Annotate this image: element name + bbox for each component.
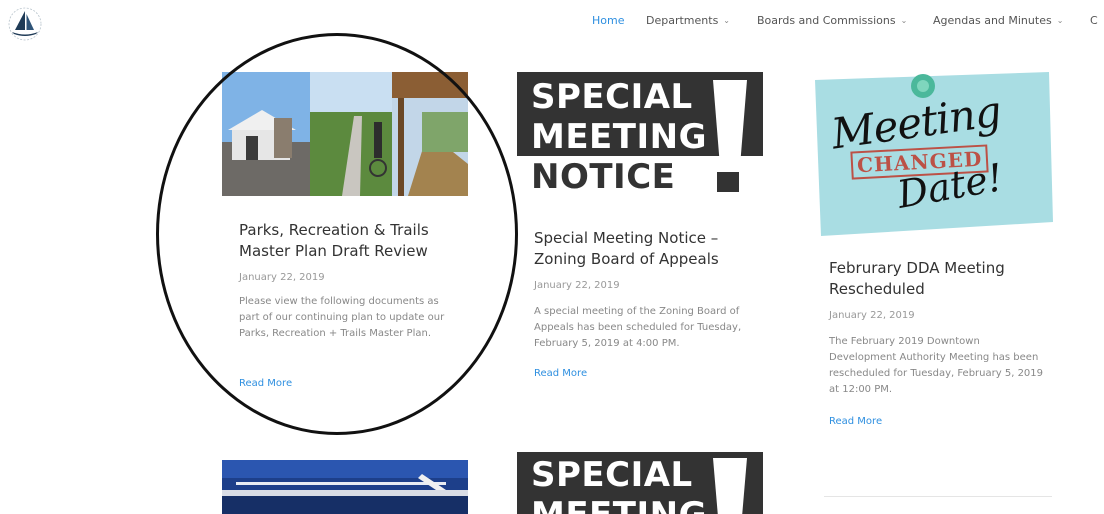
post-thumbnail-parks[interactable] <box>222 72 468 196</box>
post-thumbnail-special-meeting-2[interactable]: SPECIAL MEETING <box>517 452 763 514</box>
post-date: January 22, 2019 <box>829 310 915 321</box>
nav-item-label: Departments <box>646 14 719 27</box>
chevron-down-icon: ⌄ <box>900 16 908 25</box>
notice-line: SPECIAL <box>531 77 693 117</box>
nav-item-boards-and-commissions[interactable]: Boards and Commissions ⌄ <box>757 14 907 27</box>
post-title[interactable]: Special Meeting Notice – Zoning Board of… <box>534 228 756 270</box>
post-date: January 22, 2019 <box>239 272 325 283</box>
exclamation-bar-icon <box>713 80 747 164</box>
post-card-dda-meeting: Meeting CHANGED Date! Februrary DDA Meet… <box>811 72 1057 442</box>
post-thumbnail-bridge[interactable] <box>222 460 468 514</box>
post-excerpt: Please view the following documents as p… <box>239 296 445 339</box>
post-excerpt: The February 2019 Downtown Development A… <box>829 336 1044 395</box>
nav-item-home[interactable]: Home <box>592 14 624 27</box>
notice-line: MEETING <box>531 496 707 514</box>
post-title[interactable]: Februrary DDA Meeting Rescheduled <box>829 258 1043 300</box>
chevron-down-icon: ⌄ <box>1056 16 1064 25</box>
post-card-special-meeting-notice: SPECIAL MEETING NOTICE Special Meeting N… <box>517 72 763 402</box>
nav-item-label: Home <box>592 14 625 27</box>
exclamation-bar-icon <box>713 458 747 514</box>
nav-item-label: Boards and Commissions <box>757 14 896 27</box>
special-meeting-graphic: SPECIAL MEETING <box>517 452 763 514</box>
nav-item-label: Agendas and Minutes <box>933 14 1052 27</box>
post-date: January 22, 2019 <box>534 280 620 291</box>
nav-item-departments[interactable]: Departments ⌄ <box>646 14 730 27</box>
nav-item-label: C <box>1090 14 1098 27</box>
post-card-bridge <box>222 460 468 514</box>
nav-item-agendas-and-minutes[interactable]: Agendas and Minutes ⌄ <box>933 14 1063 27</box>
read-more-link[interactable]: Read More <box>829 416 882 427</box>
post-excerpt: A special meeting of the Zoning Board of… <box>534 306 742 349</box>
notice-line: NOTICE <box>531 157 676 196</box>
post-title[interactable]: Parks, Recreation & Trails Master Plan D… <box>239 220 461 262</box>
post-thumbnail-special-meeting[interactable]: SPECIAL MEETING NOTICE <box>517 72 763 196</box>
chevron-down-icon: ⌄ <box>723 16 730 25</box>
site-logo[interactable] <box>6 6 44 42</box>
post-card-parks-recreation: Parks, Recreation & Trails Master Plan D… <box>222 72 468 402</box>
read-more-link[interactable]: Read More <box>239 378 292 389</box>
special-meeting-graphic: SPECIAL MEETING NOTICE <box>517 72 763 196</box>
read-more-link[interactable]: Read More <box>534 368 587 379</box>
post-thumbnail-meeting-changed[interactable]: Meeting CHANGED Date! <box>811 72 1057 236</box>
notice-line: SPECIAL <box>531 455 693 495</box>
nav-item-truncated[interactable]: C <box>1090 14 1098 27</box>
card-divider <box>824 496 1052 497</box>
notice-line: MEETING <box>531 117 707 157</box>
post-card-special-meeting-2: SPECIAL MEETING <box>517 452 763 514</box>
exclamation-dot-icon <box>717 172 739 192</box>
